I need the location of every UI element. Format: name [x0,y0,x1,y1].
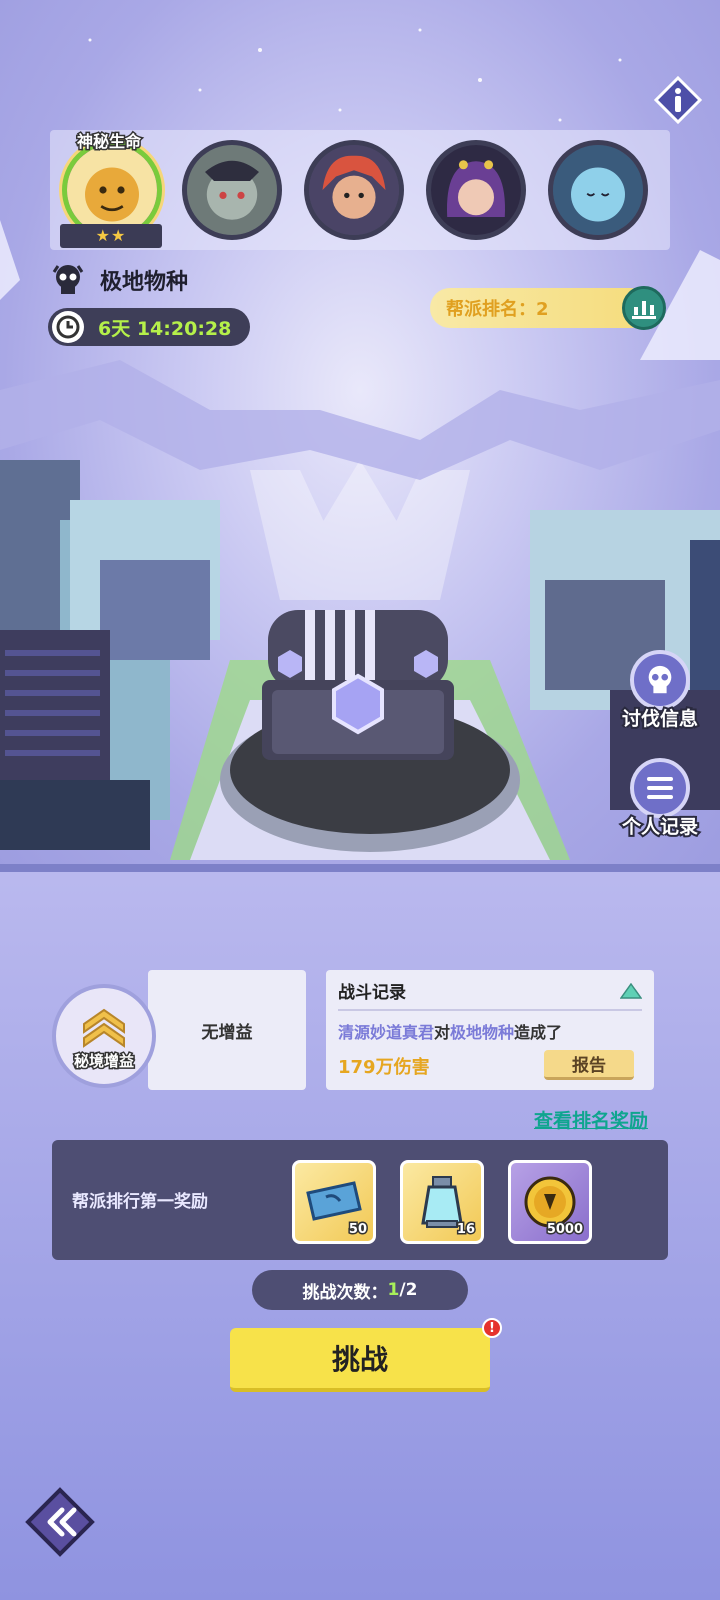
boss-portrait-4[interactable] [426,140,526,240]
clock-icon [52,311,84,343]
reward-qty: 50 [347,1221,368,1239]
boss-name: 极地物种 [100,270,189,295]
personal-record-label: 个人记录 [620,814,700,840]
collapse-triangle-icon[interactable] [620,982,642,999]
reward-panel-title: 帮派排行第一奖励 [72,1192,208,1212]
view-rank-rewards-link[interactable]: 查看排名奖励 [534,1106,648,1133]
skull-icon [52,265,84,294]
reward-item-ticket[interactable]: 50 [292,1160,376,1244]
scene-divider [0,864,720,872]
crusade-info-button[interactable]: 讨伐信息 [610,650,710,732]
info-icon [653,75,703,125]
info-button[interactable] [653,75,703,125]
attempts-label: 挑战次数： [302,1282,388,1303]
blue-sleeper-icon [553,145,643,235]
notification-dot: ! [482,1318,502,1338]
challenge-attempts: 挑战次数： 1/2 [252,1270,468,1310]
boss-portrait-2[interactable] [182,140,282,240]
challenge-button[interactable]: 挑战 [230,1328,490,1392]
battle-log-panel: 战斗记录 清源妙道真君对极地物种造成了 179万伤害 报告 [326,970,654,1090]
boss-title: 极地物种 [50,262,188,298]
event-timer: 6天 14:20:28 [48,308,250,346]
purple-hair-girl-icon [431,145,521,235]
grey-warrior-icon [187,145,277,235]
star-rating: ★★ [60,224,162,248]
double-chevron-left-icon [25,1487,95,1557]
boss-portrait-3[interactable] [304,140,404,240]
golden-beast-icon [67,145,157,235]
crusade-info-label: 讨伐信息 [620,706,700,732]
bar-chart-icon [632,301,656,319]
ticket-icon [306,1181,362,1221]
back-button[interactable] [24,1486,96,1558]
red-hair-hero-icon [309,145,399,235]
first-place-reward-panel: 帮派排行第一奖励 50 16 5000 [52,1140,668,1260]
reward-item-coin[interactable]: 5000 [508,1160,592,1244]
target-name: 极地物种 [450,1023,515,1042]
reward-item-vial[interactable]: 16 [400,1160,484,1244]
boss-portrait-5[interactable] [548,140,648,240]
timer-text: 6天 14:20:28 [98,317,232,340]
reward-qty: 5000 [545,1221,584,1239]
guild-rank-pill: 帮派排名：2 [430,288,650,328]
player-name: 清源妙道真君 [338,1023,435,1042]
realm-buff-button[interactable]: 秘境增益 [52,984,156,1088]
boss-portrait-bar: 神秘生命 ★★ [50,130,670,250]
leaderboard-button[interactable] [622,286,666,330]
battle-log-entry: 清源妙道真君对极地物种造成了 [338,1019,642,1043]
personal-record-button[interactable]: 个人记录 [610,758,710,840]
reward-qty: 16 [455,1221,476,1239]
attempts-current: 1 [387,1280,400,1300]
log-suffix: 造成了 [514,1023,563,1042]
buff-status: 无增益 [148,970,306,1090]
active-boss-label: 神秘生命 [75,131,142,153]
menu-icon [630,758,690,818]
buff-status-text: 无增益 [201,1022,253,1043]
log-verb: 对 [434,1023,451,1042]
guild-rank-text: 帮派排名：2 [446,299,549,320]
attempts-total: /2 [399,1280,418,1300]
realm-buff-label: 秘境增益 [72,1050,135,1071]
battle-log-title: 战斗记录 [338,983,406,1003]
skull-icon [630,650,690,710]
report-button[interactable]: 报告 [544,1050,634,1080]
